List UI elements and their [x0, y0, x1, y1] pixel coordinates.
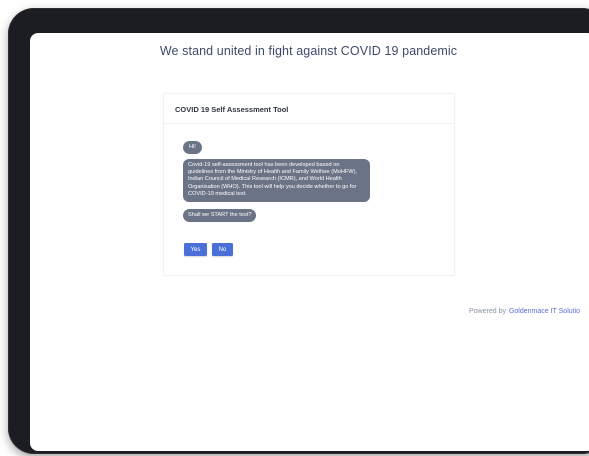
- assessment-card: COVID 19 Self Assessment Tool Hi! Covid-…: [163, 93, 455, 276]
- tablet-screen: We stand united in fight against COVID 1…: [30, 33, 589, 451]
- company-link[interactable]: Goldenmace IT Solutio: [509, 308, 580, 315]
- no-button[interactable]: No: [212, 243, 233, 256]
- card-title: COVID 19 Self Assessment Tool: [164, 94, 454, 124]
- yes-button[interactable]: Yes: [184, 243, 207, 256]
- page-headline: We stand united in fight against COVID 1…: [159, 44, 458, 58]
- tablet-frame: We stand united in fight against COVID 1…: [8, 8, 589, 454]
- chat-bubble-greeting: Hi!: [183, 141, 202, 155]
- powered-by-footer: Powered by Goldenmace IT Solutio: [469, 308, 580, 315]
- chat-bubble-start-question: Shall we START the test?: [183, 209, 257, 223]
- powered-by-label: Powered by: [469, 308, 506, 315]
- chat-bubble-info: Covid-19 self-assessment tool has been d…: [183, 159, 370, 203]
